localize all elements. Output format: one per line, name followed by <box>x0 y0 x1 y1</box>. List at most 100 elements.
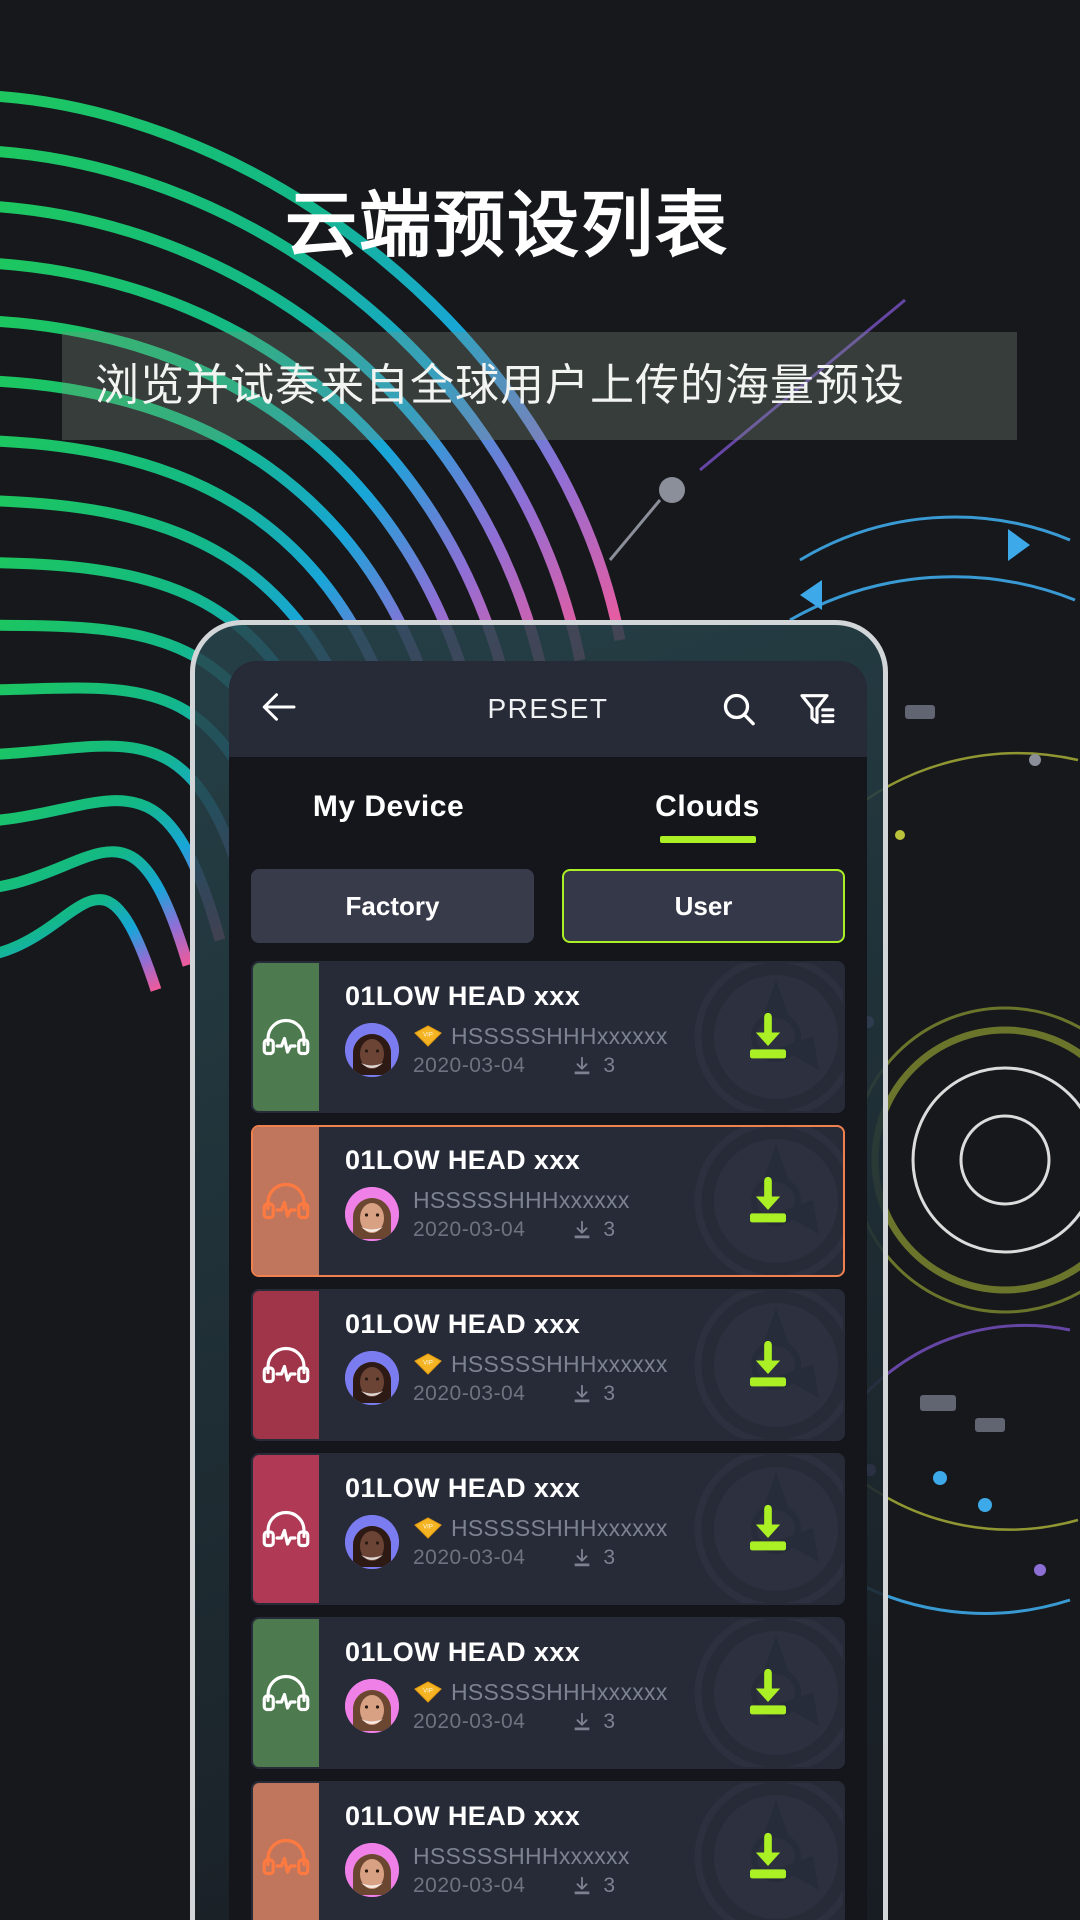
download-button[interactable] <box>741 1830 795 1884</box>
app-bar: PRESET <box>229 661 867 757</box>
segment-label: Factory <box>345 890 440 921</box>
page-title: 云端预设列表 <box>285 186 730 266</box>
download-count-value: 3 <box>603 1710 616 1733</box>
preset-date: 2020-03-04 <box>413 1546 526 1569</box>
preset-list[interactable]: 01LOW HEAD xxx VIP HSSSSSHHHxxxxxx 2020-… <box>229 961 867 1920</box>
download-count-icon <box>575 1056 590 1075</box>
preset-date: 2020-03-04 <box>413 1710 526 1733</box>
preset-actions <box>693 1127 843 1275</box>
tab-label: Clouds <box>655 790 760 823</box>
phone-mockup: PRESET My Device Clouds Factory User 01L… <box>190 620 888 1920</box>
back-button[interactable] <box>259 686 301 733</box>
download-button[interactable] <box>741 1010 795 1064</box>
preset-date: 2020-03-04 <box>413 1218 526 1241</box>
search-button[interactable] <box>719 689 759 729</box>
download-count-icon <box>575 1548 590 1567</box>
preset-color-swatch <box>253 1455 319 1603</box>
preset-color-swatch <box>253 1291 319 1439</box>
download-button[interactable] <box>741 1502 795 1556</box>
preset-card[interactable]: 01LOW HEAD xxx VIP HSSSSSHHHxxxxxx 2020-… <box>251 1617 845 1769</box>
download-count-value: 3 <box>603 1054 616 1077</box>
preset-card[interactable]: 01LOW HEAD xxx HSSSSSHHHxxxxxx 2020-03-0… <box>251 1781 845 1920</box>
segment-factory[interactable]: Factory <box>251 869 534 943</box>
preset-card[interactable]: 01LOW HEAD xxx VIP HSSSSSHHHxxxxxx 2020-… <box>251 1453 845 1605</box>
tab-label: My Device <box>312 790 465 823</box>
preset-card[interactable]: 01LOW HEAD xxx VIP HSSSSSHHHxxxxxx 2020-… <box>251 1289 845 1441</box>
preset-actions <box>693 1455 843 1603</box>
download-count: 3 <box>571 1710 615 1734</box>
avatar <box>345 1187 399 1241</box>
svg-text:VIP: VIP <box>423 1525 433 1531</box>
category-segmented-control: Factory User <box>229 857 867 961</box>
headphones-icon <box>262 1674 310 1712</box>
avatar-photo <box>345 1351 399 1405</box>
preset-date: 2020-03-04 <box>413 1382 526 1405</box>
preset-card[interactable]: 01LOW HEAD xxx HSSSSSHHHxxxxxx 2020-03-0… <box>251 1125 845 1277</box>
tab-my-device[interactable]: My Device <box>229 757 548 857</box>
arrow-left-icon <box>262 692 296 721</box>
promo-screenshot: 云端预设列表 浏览并试奏来自全球用户上传的海量预设 PRESET My Devi… <box>0 0 1080 1920</box>
filter-icon <box>800 694 835 724</box>
filter-button[interactable] <box>797 689 837 729</box>
avatar <box>345 1843 399 1897</box>
phone-screen: PRESET My Device Clouds Factory User 01L… <box>229 661 867 1920</box>
avatar <box>345 1023 399 1077</box>
segment-user[interactable]: User <box>562 869 845 943</box>
preset-owner: HSSSSSHHHxxxxxx <box>451 1514 668 1541</box>
vip-badge-icon: VIP <box>414 1681 442 1703</box>
vip-badge-icon: VIP <box>414 1025 442 1047</box>
download-button[interactable] <box>741 1174 795 1228</box>
download-count-value: 3 <box>603 1382 616 1405</box>
tab-active-underline <box>659 836 756 843</box>
download-count-value: 3 <box>603 1218 616 1241</box>
download-count-value: 3 <box>603 1546 616 1569</box>
avatar <box>345 1515 399 1569</box>
svg-text:VIP: VIP <box>423 1689 433 1695</box>
download-button[interactable] <box>741 1338 795 1392</box>
tab-clouds[interactable]: Clouds <box>548 757 867 857</box>
svg-text:VIP: VIP <box>423 1033 433 1039</box>
preset-owner: HSSSSSHHHxxxxxx <box>413 1842 630 1869</box>
preset-actions <box>693 1783 843 1920</box>
avatar <box>345 1679 399 1733</box>
preset-card[interactable]: 01LOW HEAD xxx VIP HSSSSSHHHxxxxxx 2020-… <box>251 961 845 1113</box>
download-count-icon <box>575 1712 590 1731</box>
download-count: 3 <box>571 1874 615 1898</box>
preset-actions <box>693 1291 843 1439</box>
preset-color-swatch <box>253 1127 319 1275</box>
preset-date: 2020-03-04 <box>413 1874 526 1897</box>
avatar-photo <box>345 1187 399 1241</box>
headphones-icon <box>262 1018 310 1056</box>
headphones-icon <box>262 1510 310 1548</box>
download-count: 3 <box>571 1054 615 1078</box>
headphones-icon <box>262 1838 310 1876</box>
preset-color-swatch <box>253 1619 319 1767</box>
preset-owner: HSSSSSHHHxxxxxx <box>451 1022 668 1049</box>
preset-actions <box>693 1619 843 1767</box>
avatar-photo <box>345 1515 399 1569</box>
vip-badge-icon: VIP <box>414 1353 442 1375</box>
download-button[interactable] <box>741 1666 795 1720</box>
preset-owner: HSSSSSHHHxxxxxx <box>451 1350 668 1377</box>
download-count-value: 3 <box>603 1874 616 1897</box>
preset-actions <box>693 963 843 1111</box>
headphones-icon <box>262 1182 310 1220</box>
preset-owner: HSSSSSHHHxxxxxx <box>451 1678 668 1705</box>
headphones-icon <box>262 1346 310 1384</box>
download-count: 3 <box>571 1218 615 1242</box>
download-count-icon <box>575 1384 590 1403</box>
preset-color-swatch <box>253 963 319 1111</box>
download-count-icon <box>575 1220 590 1239</box>
segment-label: User <box>674 890 733 921</box>
download-count: 3 <box>571 1382 615 1406</box>
avatar <box>345 1351 399 1405</box>
preset-date: 2020-03-04 <box>413 1054 526 1077</box>
preset-owner: HSSSSSHHHxxxxxx <box>413 1186 630 1213</box>
vip-badge-icon: VIP <box>414 1517 442 1539</box>
download-count: 3 <box>571 1546 615 1570</box>
svg-text:VIP: VIP <box>423 1361 433 1367</box>
search-icon <box>723 693 755 726</box>
preset-color-swatch <box>253 1783 319 1920</box>
avatar-photo <box>345 1679 399 1733</box>
avatar-photo <box>345 1843 399 1897</box>
